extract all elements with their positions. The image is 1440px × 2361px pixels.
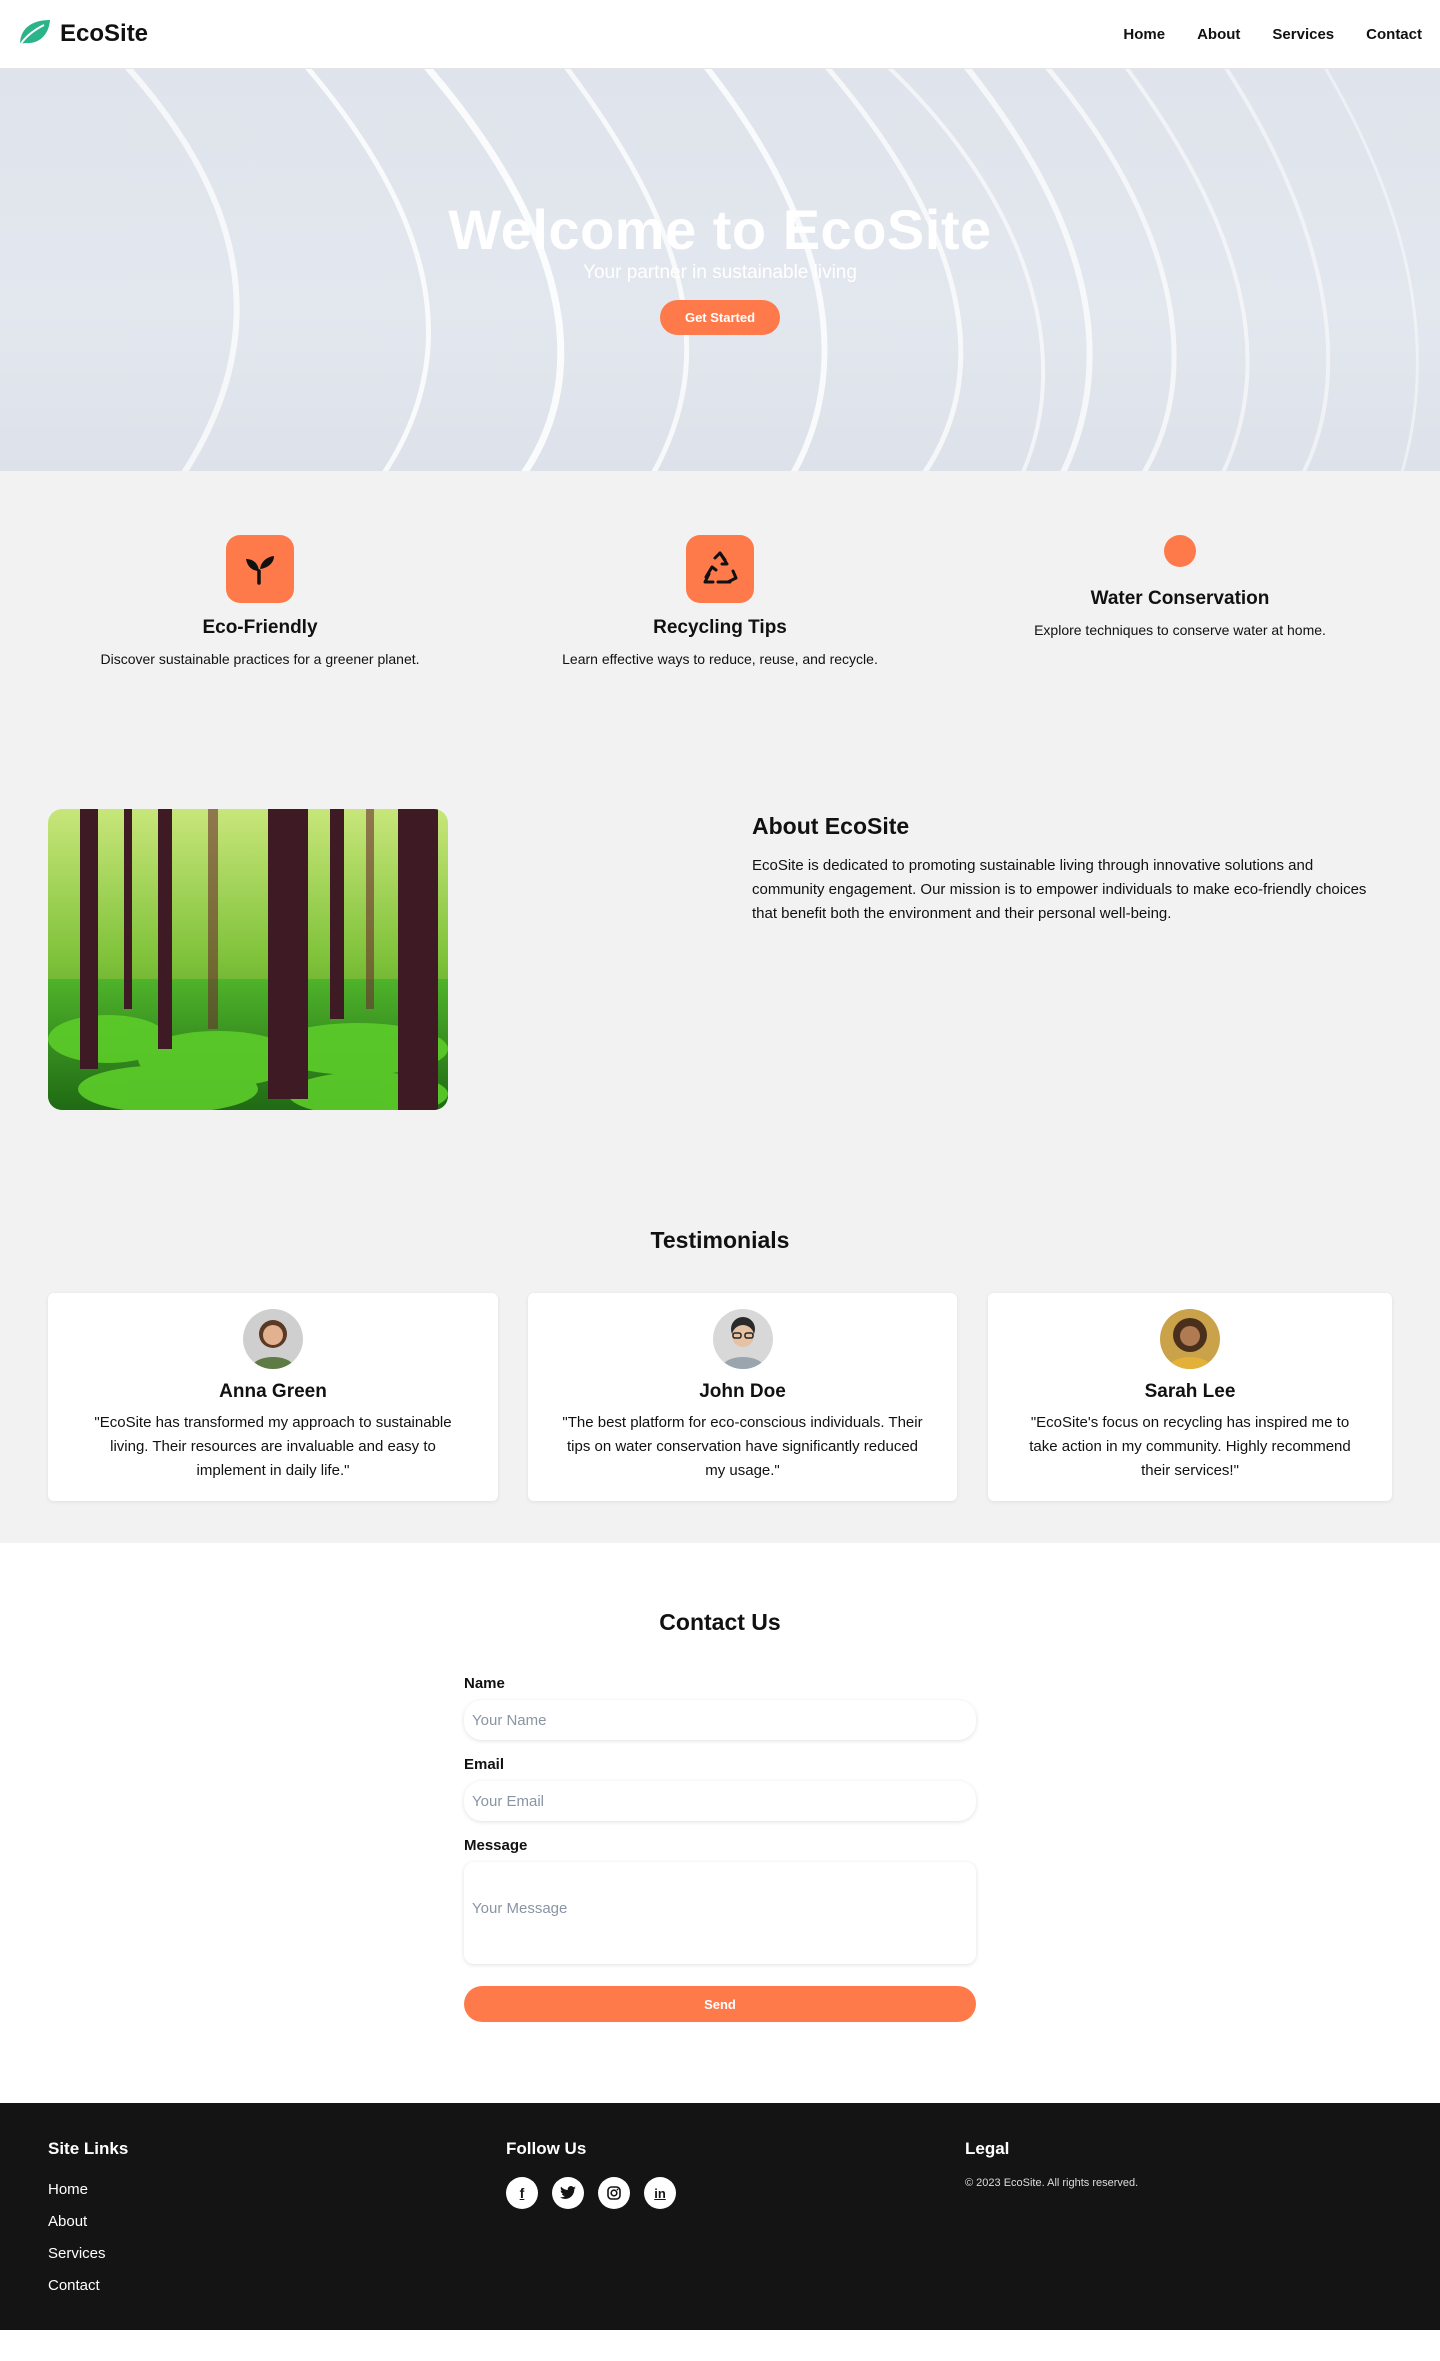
top-navbar: EcoSite Home About Services Contact — [0, 0, 1440, 69]
footer-site-links: Site Links Home About Services Contact — [48, 2139, 128, 2309]
feature-title: Eco-Friendly — [202, 617, 318, 638]
testimonial-name: Anna Green — [219, 1381, 327, 1402]
facebook-icon[interactable]: f — [506, 2177, 538, 2209]
name-label: Name — [464, 1675, 505, 1692]
hero-content: Welcome to EcoSite Your partner in susta… — [0, 197, 1440, 335]
avatar — [243, 1309, 303, 1369]
send-button[interactable]: Send — [464, 1986, 976, 2022]
nav-link-contact[interactable]: Contact — [1366, 26, 1422, 43]
instagram-icon[interactable] — [598, 2177, 630, 2209]
nav-link-home[interactable]: Home — [1123, 26, 1165, 43]
footer-heading: Follow Us — [506, 2139, 587, 2158]
feature-card-eco-friendly: Eco-Friendly Discover sustainable practi… — [30, 535, 490, 761]
forest-image — [48, 809, 448, 1110]
footer-links-list: Home About Services Contact — [48, 2181, 128, 2295]
nav-link-services[interactable]: Services — [1272, 26, 1334, 43]
hero-title: Welcome to EcoSite — [448, 198, 992, 261]
contact-title: Contact Us — [659, 1609, 781, 1635]
brand-name: EcoSite — [60, 20, 149, 47]
get-started-button[interactable]: Get Started — [660, 300, 780, 335]
footer-legal: Legal © 2023 EcoSite. All rights reserve… — [965, 2139, 1138, 2189]
name-field[interactable] — [464, 1700, 976, 1740]
testimonial-quote: "The best platform for eco-conscious ind… — [562, 1414, 923, 1479]
contact-form: Name Email Message Send — [464, 1675, 976, 2022]
footer-link-about[interactable]: About — [48, 2213, 87, 2230]
feature-title: Water Conservation — [1090, 588, 1270, 609]
hero-subtitle: Your partner in sustainable living — [583, 262, 857, 283]
message-label: Message — [464, 1837, 528, 1854]
avatar — [1160, 1309, 1220, 1369]
avatar — [712, 1309, 773, 1369]
about-section: About EcoSite EcoSite is dedicated to pr… — [0, 761, 1440, 1189]
footer-link-contact[interactable]: Contact — [48, 2277, 100, 2294]
social-links: f in — [506, 2177, 676, 2209]
feature-card-water-conservation: Water Conservation Explore techniques to… — [950, 535, 1410, 761]
feature-title: Recycling Tips — [653, 617, 787, 638]
copyright-text: © 2023 EcoSite. All rights reserved. — [965, 2177, 1139, 2189]
feature-text: Explore techniques to conserve water at … — [1034, 622, 1326, 638]
testimonial-name: John Doe — [699, 1381, 786, 1402]
sprout-icon — [226, 535, 294, 603]
feature-text: Discover sustainable practices for a gre… — [100, 651, 420, 667]
orange-dot-icon — [1164, 535, 1196, 567]
testimonial-card-john-doe: John Doe "The best platform for eco-cons… — [528, 1293, 957, 1501]
about-text: About EcoSite EcoSite is dedicated to pr… — [752, 813, 1372, 926]
footer-follow-us: Follow Us f in — [506, 2139, 676, 2209]
linkedin-icon[interactable]: in — [644, 2177, 676, 2209]
footer-link-home[interactable]: Home — [48, 2181, 88, 2198]
contact-section: Contact Us Name Email Message Send — [0, 1543, 1440, 2103]
recycle-icon — [686, 535, 754, 603]
twitter-icon[interactable] — [552, 2177, 584, 2209]
testimonial-name: Sarah Lee — [1144, 1381, 1236, 1402]
nav-link-about[interactable]: About — [1197, 26, 1240, 43]
testimonials-title: Testimonials — [650, 1227, 790, 1253]
testimonial-card-sarah-lee: Sarah Lee "EcoSite's focus on recycling … — [988, 1293, 1392, 1501]
email-label: Email — [464, 1756, 505, 1773]
feature-card-recycling-tips: Recycling Tips Learn effective ways to r… — [490, 535, 950, 761]
message-field[interactable] — [464, 1862, 976, 1964]
hero-section: Welcome to EcoSite Your partner in susta… — [0, 69, 1440, 471]
testimonial-quote: "EcoSite has transformed my approach to … — [94, 1414, 452, 1479]
feature-text: Learn effective ways to reduce, reuse, a… — [562, 651, 878, 667]
about-title: About EcoSite — [752, 813, 910, 839]
brand-logo[interactable]: EcoSite — [16, 16, 148, 53]
about-body: EcoSite is dedicated to promoting sustai… — [752, 857, 1367, 922]
testimonials-section: Testimonials Anna Green "EcoSite has tra… — [0, 1189, 1440, 1543]
testimonial-quote: "EcoSite's focus on recycling has inspir… — [1029, 1414, 1351, 1479]
leaf-logo-icon — [16, 16, 52, 53]
main-nav: Home About Services Contact — [1123, 26, 1422, 43]
site-footer: Site Links Home About Services Contact F… — [0, 2103, 1440, 2330]
features-section: Eco-Friendly Discover sustainable practi… — [0, 471, 1440, 761]
footer-link-services[interactable]: Services — [48, 2245, 106, 2262]
footer-heading: Legal — [965, 2139, 1010, 2158]
testimonial-card-anna-green: Anna Green "EcoSite has transformed my a… — [48, 1293, 498, 1501]
email-field[interactable] — [464, 1781, 976, 1821]
footer-heading: Site Links — [48, 2139, 129, 2158]
